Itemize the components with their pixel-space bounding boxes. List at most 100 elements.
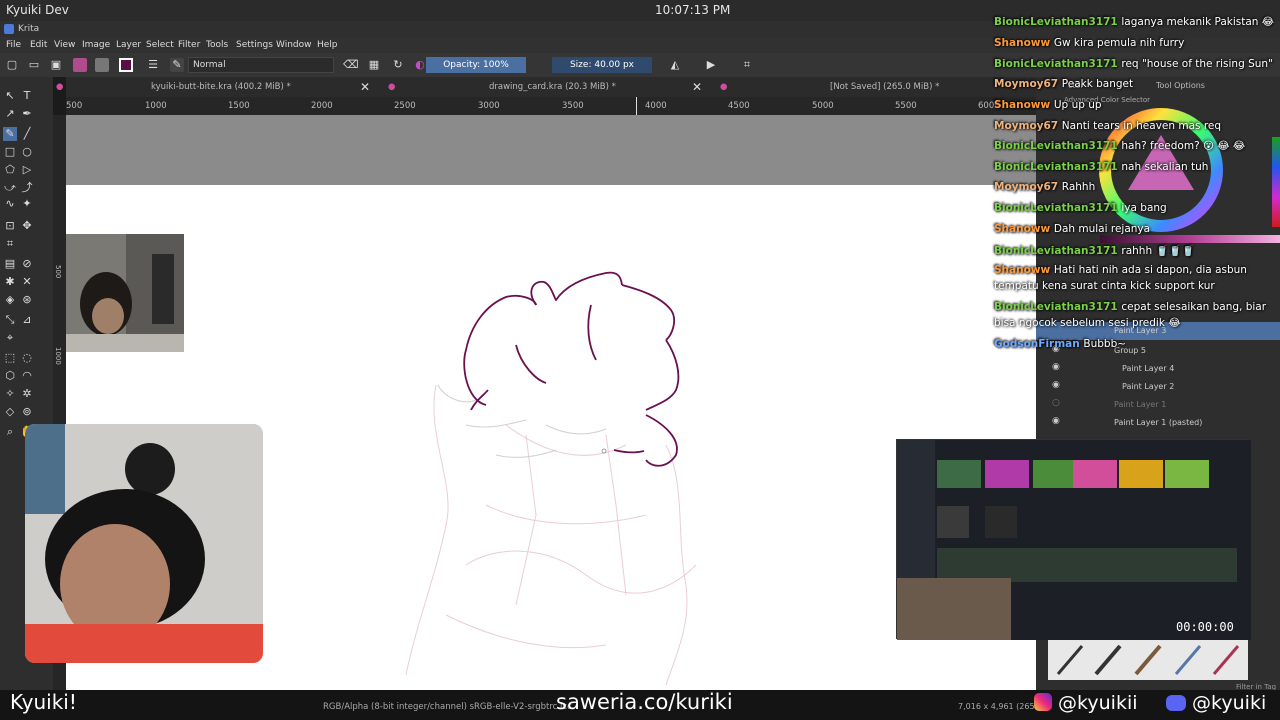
tab-document-3[interactable]: [Not Saved] (265.0 MiB) * [830,82,939,92]
bezier-select-icon[interactable]: ◇ [3,405,17,419]
zoom-tool-icon[interactable]: ⌕ [3,425,17,439]
flip-horizontal-icon[interactable]: ◭ [668,58,682,72]
chat-message: BionicLeviathan3171 iya bang [994,202,1167,214]
fill-tool-icon[interactable]: ◈ [3,293,17,307]
smart-patch-icon[interactable]: ✱ [3,275,17,289]
line-tool-icon[interactable]: ╱ [20,127,34,141]
visibility-eye-icon[interactable]: ◉ [1052,380,1060,390]
eraser-icon[interactable]: ⌫ [343,58,359,72]
calligraphy-icon[interactable]: ✒ [20,107,34,121]
ruler-tool-icon[interactable]: ⊿ [20,313,34,327]
chat-message: BionicLeviathan3171 laganya mekanik Paki… [994,16,1274,28]
flip-vertical-icon[interactable]: ▶ [704,58,718,72]
chat-text: tempatu kena surat cinta kick support ku… [994,280,1215,292]
brush-presets[interactable] [1048,640,1248,680]
bezier-tool-icon[interactable]: ⤻ [3,181,17,195]
polygon-tool-icon[interactable]: ⬠ [3,163,17,177]
dynamic-brush-icon[interactable]: ∿ [3,197,17,211]
stream-timer: 00:00:00 [1176,620,1234,634]
mirror-icon[interactable]: ◐ [413,58,427,72]
crop-tool-icon[interactable]: ⌗ [3,237,17,251]
new-file-icon[interactable]: ▢ [5,58,19,72]
text-tool-icon[interactable]: T [20,89,34,103]
polyline-tool-icon[interactable]: ▷ [20,163,34,177]
edit-shapes-icon[interactable]: ↗ [3,107,17,121]
layer-row[interactable]: ◉ Paint Layer 2 [1036,378,1280,396]
freehand-select-icon[interactable]: ◠ [20,369,34,383]
menu-help[interactable]: Help [317,40,338,50]
menu-file[interactable]: File [6,40,21,50]
menu-layer[interactable]: Layer [116,40,141,50]
reload-icon[interactable]: ↻ [391,58,405,72]
assistant-tool-icon[interactable]: ✕ [20,275,34,289]
freehand-brush-icon[interactable]: ✎ [3,127,17,141]
menu-window[interactable]: Window [276,40,312,50]
crop-icon[interactable]: ⌗ [740,58,754,72]
tab-close-icon[interactable]: ✕ [692,80,702,94]
menu-image[interactable]: Image [82,40,110,50]
ellipse-select-icon[interactable]: ◌ [20,351,34,365]
layer-row[interactable]: ◉ Paint Layer 1 (pasted) [1036,414,1280,432]
size-slider[interactable]: Size: 40.00 px [552,57,652,73]
select-shapes-icon[interactable]: ↖ [3,89,17,103]
menu-select[interactable]: Select [146,40,174,50]
multibrush-icon[interactable]: ✦ [20,197,34,211]
chat-username: GodsonFirman [994,338,1084,350]
visibility-eye-icon[interactable]: ○ [1052,398,1060,408]
tab-document-1[interactable]: kyuiki-butt-bite.kra (400.2 MiB) * [151,82,291,92]
color-profile-status: RGB/Alpha (8-bit integer/channel) sRGB-e… [323,702,572,712]
tab-close-icon[interactable]: ✕ [360,80,370,94]
menu-tools[interactable]: Tools [206,40,228,50]
menu-edit[interactable]: Edit [30,40,47,50]
menu-filter[interactable]: Filter [178,40,200,50]
chat-text: rahhh 🥤🥤🥤 [1121,245,1195,257]
chat-text: Gw kira pemula nih furry [1053,37,1185,49]
alpha-lock-icon[interactable]: ▦ [367,58,381,72]
layer-row[interactable]: ○ Paint Layer 1 [1036,396,1280,414]
layer-row[interactable]: ◉ Paint Layer 4 [1036,360,1280,378]
rectangle-tool-icon[interactable]: □ [3,145,17,159]
save-icon[interactable]: ▣ [49,58,63,72]
chat-username: BionicLeviathan3171 [994,245,1122,257]
app-name: Kyuiki Dev [6,3,69,17]
webcam-small [66,234,184,352]
measure-tool-icon[interactable]: ⤡ [3,313,17,327]
tab-document-2[interactable]: drawing_card.kra (20.3 MiB) * [489,82,616,92]
polygon-select-icon[interactable]: ⬡ [3,369,17,383]
brush-settings-icon[interactable]: ☰ [146,58,160,72]
foreground-color-icon[interactable] [119,58,133,72]
perspective-icon[interactable]: ⌖ [3,331,17,345]
visibility-eye-icon[interactable]: ◉ [1052,416,1060,426]
chat-message: Moymoy67 Rahhh [994,181,1095,193]
visibility-eye-icon[interactable]: ◉ [1052,362,1060,372]
transform-tool-icon[interactable]: ⊡ [3,219,17,233]
ellipse-tool-icon[interactable]: ○ [20,145,34,159]
chat-text: iya bang [1121,202,1167,214]
freehand-path-icon[interactable]: ⤴ [20,181,34,195]
reference-tool-icon[interactable]: ⊛ [20,293,34,307]
open-folder-icon[interactable]: ▭ [27,58,41,72]
menu-settings[interactable]: Settings [236,40,273,50]
tab-icon: ● [388,82,396,92]
layer-name: Paint Layer 1 (pasted) [1114,418,1203,427]
ruler-tick: 500 [54,265,62,279]
brush-preset-icon[interactable]: ✎ [170,58,184,72]
webcam-small-image [66,234,184,352]
ruler-tick: 5000 [812,101,834,111]
contiguous-select-icon[interactable]: ✧ [3,387,17,401]
pattern-icon[interactable] [95,58,109,72]
color-picker-icon[interactable]: ⊘ [20,257,34,271]
gradient-tool-icon[interactable]: ▤ [3,257,17,271]
move-tool-icon[interactable]: ✥ [20,219,34,233]
chat-message: BionicLeviathan3171 rahhh 🥤🥤🥤 [994,244,1195,257]
webcam-main-image [25,424,263,663]
gradient-icon[interactable] [73,58,87,72]
rect-select-icon[interactable]: ⬚ [3,351,17,365]
blend-mode-select[interactable]: Normal [188,57,334,73]
chat-text: cepat selesaikan bang, biar [1121,301,1267,313]
magnetic-select-icon[interactable]: ⊚ [20,405,34,419]
opacity-slider[interactable]: Opacity: 100% [426,57,526,73]
menu-view[interactable]: View [54,40,75,50]
similar-select-icon[interactable]: ✲ [20,387,34,401]
ruler-tick: 3000 [478,101,500,111]
